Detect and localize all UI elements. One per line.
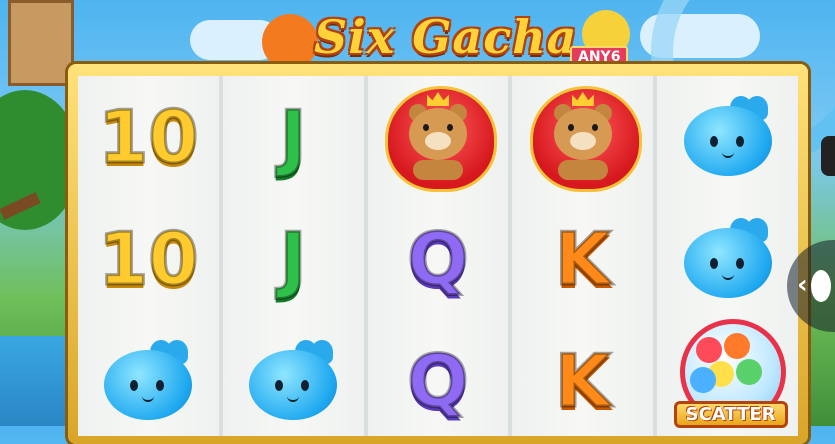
reel-4: K K (512, 76, 654, 436)
queen-label: Q (406, 339, 470, 423)
jack-label: J (278, 217, 308, 301)
ten-label: 10 (97, 217, 200, 301)
symbol-bear (512, 76, 653, 198)
symbol-king: K (512, 320, 653, 442)
reel-2: J J (222, 76, 364, 436)
game-title: Six Gacha (314, 10, 578, 64)
game-scene: Six Gacha ANY6 10 10 J J Q Q K K SCATTER… (0, 0, 835, 444)
symbol-ten: 10 (78, 198, 219, 320)
symbol-king: K (512, 198, 653, 320)
symbol-blob (223, 320, 364, 442)
queen-label: Q (406, 217, 470, 301)
symbol-queen: Q (368, 198, 509, 320)
ten-label: 10 (97, 95, 200, 179)
chevron-left-icon: ‹ (797, 270, 808, 300)
jack-label: J (278, 95, 308, 179)
water (0, 336, 75, 426)
reel-5: SCATTER (657, 76, 798, 436)
bear-heart-icon (379, 80, 497, 194)
reel-1: 10 10 (78, 76, 219, 436)
symbol-queen: Q (368, 320, 509, 442)
symbol-jack: J (223, 76, 364, 198)
symbol-blob (657, 198, 798, 320)
bear-heart-icon (524, 80, 642, 194)
blue-blob-icon (680, 96, 776, 178)
symbol-blob (78, 320, 219, 442)
reels-grid: 10 10 J J Q Q K K SCATTER (78, 76, 798, 436)
game-logo: Six Gacha ANY6 (300, 6, 630, 68)
symbol-blob (657, 76, 798, 198)
king-label: K (553, 217, 612, 301)
blue-blob-icon (245, 340, 341, 422)
blue-blob-icon (100, 340, 196, 422)
gacha-machine-icon: SCATTER (668, 313, 788, 433)
king-label: K (553, 339, 612, 423)
toggle-knob-icon (811, 270, 831, 302)
wooden-tower (8, 0, 74, 86)
symbol-ten: 10 (78, 76, 219, 198)
symbol-scatter: SCATTER (657, 312, 798, 434)
symbol-jack: J (223, 198, 364, 320)
scatter-label: SCATTER (673, 401, 788, 428)
reel-3: Q Q (367, 76, 509, 436)
side-tab[interactable] (821, 136, 835, 176)
blue-blob-icon (680, 218, 776, 300)
symbol-bear (368, 76, 509, 198)
